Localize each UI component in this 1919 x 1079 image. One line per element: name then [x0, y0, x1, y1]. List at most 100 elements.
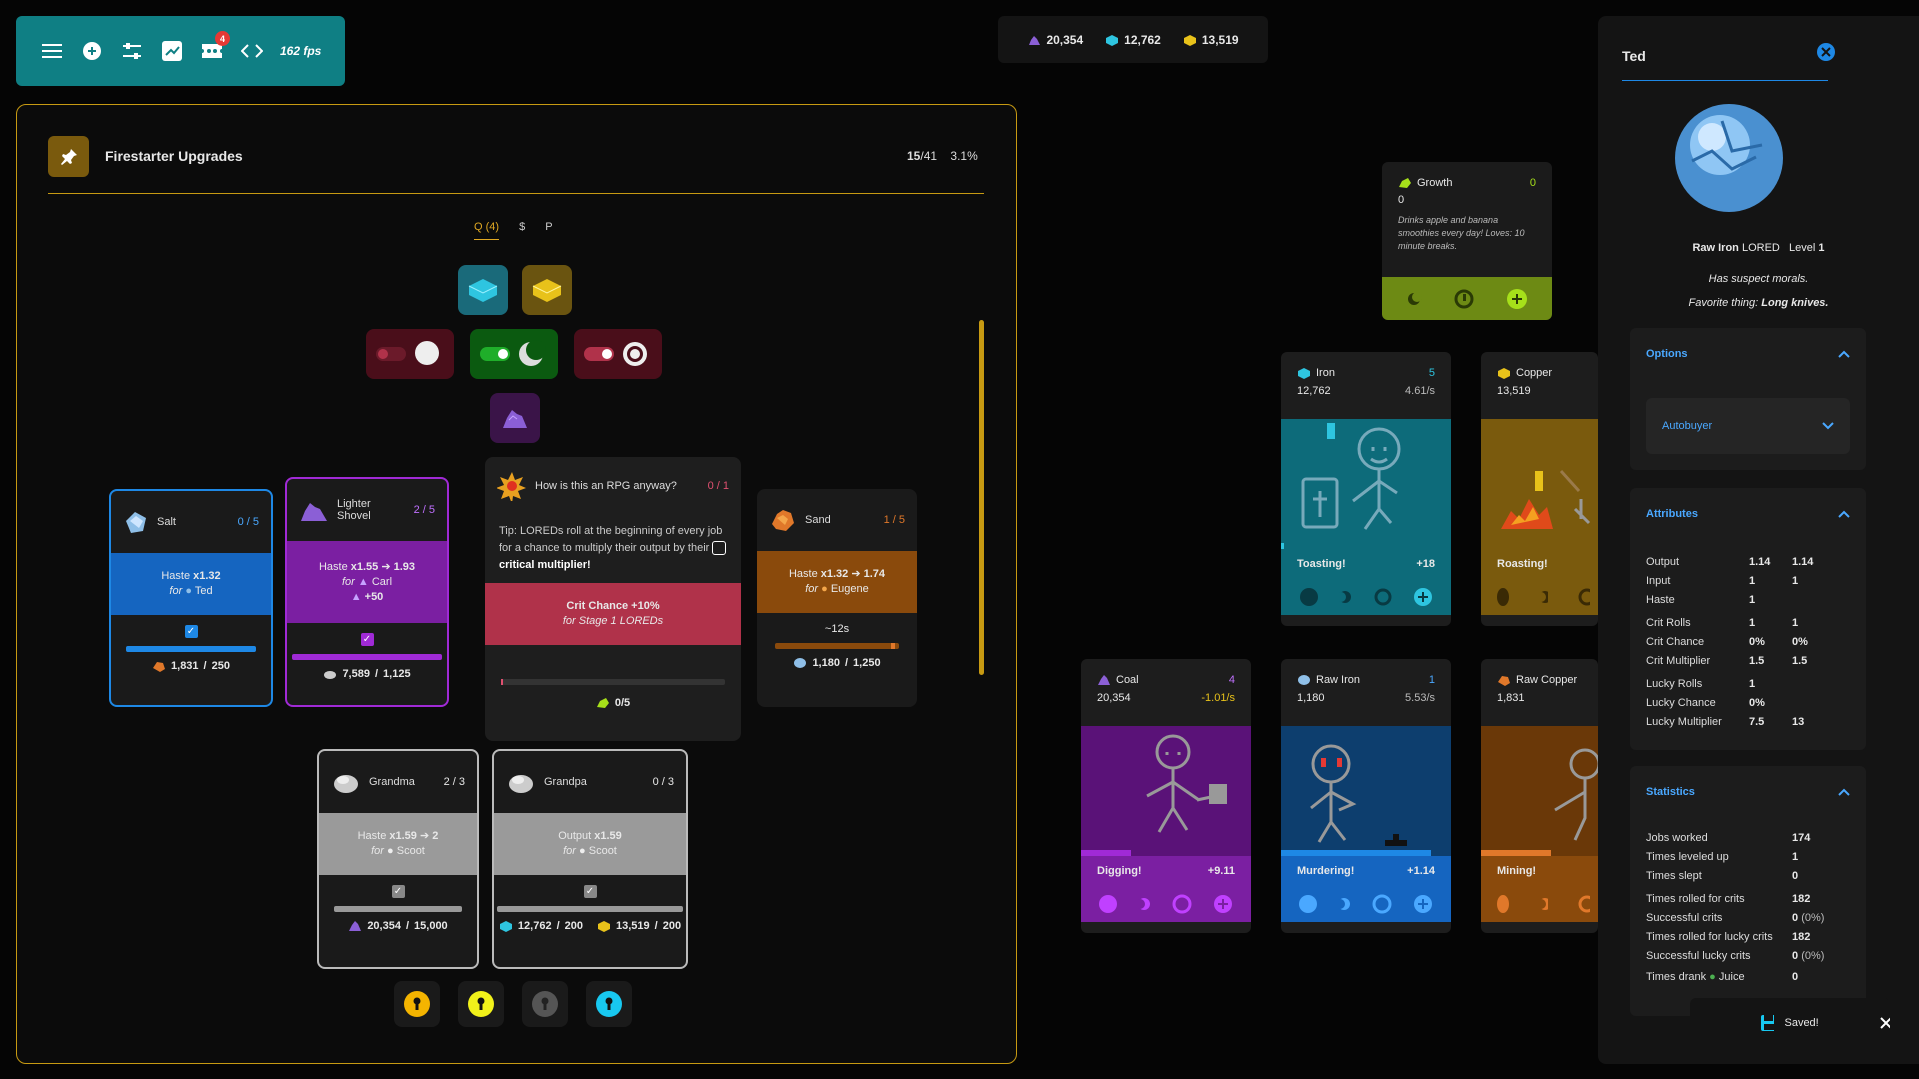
- menu-icon[interactable]: [40, 39, 64, 63]
- timer-icon[interactable]: [1578, 895, 1590, 913]
- cost: 0/5: [596, 697, 630, 709]
- lored-raw-iron[interactable]: Raw Iron 1 1,180 5.53/s Murdering! +1.14: [1281, 659, 1451, 933]
- coal-filter-button[interactable]: [490, 393, 540, 443]
- timer-icon[interactable]: [1172, 894, 1192, 914]
- scrollbar[interactable]: [979, 320, 984, 675]
- sliders-icon[interactable]: [120, 39, 144, 63]
- close-icon[interactable]: [1879, 1016, 1890, 1030]
- keyhole-icon: [532, 991, 558, 1017]
- lored-artwork: [1081, 726, 1251, 856]
- timer-icon[interactable]: [1372, 894, 1392, 914]
- chat-icon[interactable]: [1299, 895, 1318, 913]
- timer: ~12s: [824, 623, 850, 635]
- upgrade-card-lighter-shovel[interactable]: Lighter Shovel 2 / 5 Haste x1.55 ➔ 1.93 f…: [285, 477, 449, 707]
- attributes-header[interactable]: Attributes: [1630, 488, 1866, 540]
- salt-icon: [126, 512, 146, 533]
- lored-raw-copper[interactable]: Raw Copper 1,831 Mining!: [1481, 659, 1598, 933]
- keyhole-icon: [404, 991, 430, 1017]
- upgrade-card-rpg[interactable]: How is this an RPG anyway? 0 / 1 Tip: LOR…: [485, 457, 741, 741]
- unlock-button-cyan[interactable]: [586, 981, 632, 1027]
- iron-filter-button[interactable]: [458, 265, 508, 315]
- copper-filter-button[interactable]: [522, 265, 572, 315]
- tab-q[interactable]: Q (4): [474, 221, 500, 240]
- timer-icon[interactable]: [1578, 588, 1590, 606]
- raw-iron-icon: [1298, 675, 1310, 685]
- chevron-up-icon: [1838, 510, 1850, 518]
- chart-icon[interactable]: [160, 39, 184, 63]
- moon-icon[interactable]: [1538, 589, 1549, 605]
- tab-p[interactable]: P: [545, 221, 552, 240]
- lored-growth[interactable]: Growth 0 0 Drinks apple and banana smooth…: [1382, 162, 1552, 320]
- keyhole-icon: [468, 991, 494, 1017]
- chat-icon[interactable]: [1497, 588, 1509, 606]
- burst-icon: [497, 472, 526, 501]
- attr-row: Lucky Rolls 1: [1646, 677, 1756, 690]
- lored-actions: [1481, 579, 1598, 615]
- autobuyer-dropdown[interactable]: Autobuyer: [1646, 398, 1850, 454]
- saved-toast: Saved!: [1690, 998, 1890, 1048]
- toggle-sleep[interactable]: [470, 329, 558, 379]
- cost: 1,831/250: [152, 660, 230, 672]
- checkbox[interactable]: ✓: [391, 885, 405, 898]
- moon-icon[interactable]: [1538, 896, 1549, 912]
- lored-trait: Has suspect morals.: [1708, 273, 1809, 285]
- tab-dollar[interactable]: $: [519, 221, 525, 240]
- upgrade-count: 15/41 3.1%: [907, 149, 978, 163]
- chat-icon[interactable]: [1299, 588, 1318, 606]
- lored-artwork: [1281, 726, 1451, 856]
- add-icon[interactable]: [1506, 288, 1528, 310]
- add-icon[interactable]: [1213, 894, 1233, 914]
- add-circle-icon[interactable]: [80, 39, 104, 63]
- raw-iron-icon: [794, 658, 807, 668]
- statistics-header[interactable]: Statistics: [1630, 766, 1866, 818]
- chat-icon[interactable]: [1497, 895, 1509, 913]
- unlock-button-grey[interactable]: [522, 981, 568, 1027]
- attr-row: Lucky Multiplier 7.5 13: [1646, 715, 1805, 728]
- moon-icon: [519, 340, 546, 366]
- cost-iron: 12,762/200: [499, 920, 583, 932]
- add-icon[interactable]: [1413, 894, 1433, 914]
- favorite-thing: Favorite thing: Long knives.: [1688, 297, 1829, 309]
- checkbox[interactable]: ✓: [360, 633, 374, 646]
- add-icon[interactable]: [1413, 587, 1433, 607]
- chat-icon[interactable]: [1099, 895, 1118, 913]
- moon-icon[interactable]: [1406, 291, 1422, 307]
- toggle-target[interactable]: [574, 329, 662, 379]
- copper-icon: [1183, 34, 1196, 46]
- ticket-icon[interactable]: 4: [200, 31, 230, 63]
- lored-detail-panel: Ted Raw Iron LORED Level 1 Has suspect m…: [1598, 16, 1919, 1064]
- progress-bar: [292, 654, 442, 660]
- lored-description: Drinks apple and banana smoothies every …: [1398, 215, 1525, 251]
- checkbox[interactable]: ✓: [583, 885, 597, 898]
- progress-bar: [126, 646, 256, 652]
- moon-icon[interactable]: [1338, 589, 1353, 605]
- lored-actions: [1481, 886, 1598, 922]
- roaster-figure-icon: [1501, 469, 1591, 529]
- lored-coal[interactable]: Coal 4 20,354 -1.01/s Digging! +9.11: [1081, 659, 1251, 933]
- iron-currency: 12,762: [1105, 33, 1161, 47]
- pin-icon: [48, 136, 89, 177]
- options-header[interactable]: Options: [1630, 328, 1866, 380]
- copper-currency: 13,519: [1183, 33, 1239, 47]
- checkbox[interactable]: ✓: [184, 625, 198, 638]
- lored-copper[interactable]: Copper 13,519 Roasting!: [1481, 352, 1598, 626]
- lored-artwork: [1481, 419, 1598, 549]
- code-icon[interactable]: [240, 39, 264, 63]
- stat-row: Times drank ● Juice 0: [1646, 970, 1799, 983]
- moon-icon[interactable]: [1137, 896, 1152, 912]
- unlock-button-yellow[interactable]: [458, 981, 504, 1027]
- close-icon[interactable]: [1816, 42, 1836, 62]
- upgrade-card-grandma[interactable]: Grandma 2 / 3 Haste x1.59 ➔ 2 for ● Scoot…: [317, 749, 479, 969]
- upgrade-card-salt[interactable]: Salt 0 / 5 Haste x1.32 for ● Ted ✓ 1,831/…: [109, 489, 273, 707]
- attr-row: Crit Chance 0% 0%: [1646, 635, 1808, 648]
- lored-iron[interactable]: Iron 5 12,762 4.61/s Toasting! +18: [1281, 352, 1451, 626]
- upgrade-card-sand[interactable]: Sand 1 / 5 Haste x1.32 ➔ 1.74 for ● Eugen…: [757, 489, 917, 707]
- upgrade-card-grandpa[interactable]: Grandpa 0 / 3 Output x1.59 for ● Scoot ✓ …: [492, 749, 688, 969]
- unlock-button-orange[interactable]: [394, 981, 440, 1027]
- moon-icon[interactable]: [1337, 896, 1352, 912]
- timer-icon[interactable]: [1374, 588, 1392, 606]
- lored-status: Roasting!: [1497, 558, 1548, 570]
- cost: 20,354/15,000: [348, 920, 448, 932]
- toggle-chat[interactable]: [366, 329, 454, 379]
- timer-icon[interactable]: [1454, 289, 1474, 309]
